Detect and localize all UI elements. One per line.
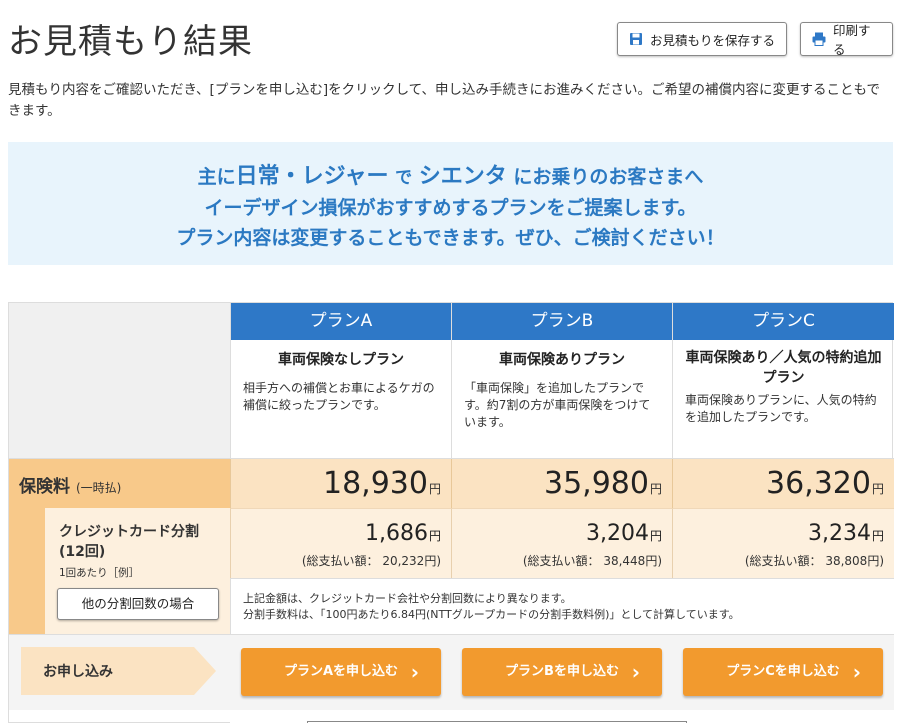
apply-plan-b-button[interactable]: プランBを申し込む › [462, 648, 662, 696]
intro-text: 見積もり内容をご確認いただき、[プランを申し込む]をクリックして、申し込み手続き… [8, 82, 880, 119]
plan-a-name: 車両保険なしプラン [278, 352, 404, 368]
save-estimate-button[interactable]: お見積もりを保存する [617, 22, 787, 56]
apply-plan-c-button[interactable]: プランCを申し込む › [683, 648, 883, 696]
note-line-1: 上記金額は、クレジットカード会社や分割回数により異なります。 [243, 592, 572, 605]
apply-row: お申し込み プランAを申し込む › プランBを申し込む › プランCを申し込む … [9, 634, 894, 710]
other-installments-button[interactable]: 他の分割回数の場合 [57, 588, 219, 620]
premium-row: 保険料 (一時払) 18,930円 35,980円 36,320円 [9, 458, 894, 509]
plan-a-column: プランA 車両保険なしプラン 相手方への補償とお車によるケガの補償に絞ったプラン… [230, 303, 451, 458]
plan-comparison-table: プランA 車両保険なしプラン 相手方への補償とお車によるケガの補償に絞ったプラン… [8, 302, 894, 723]
installment-notes: 上記金額は、クレジットカード会社や分割回数により異なります。 分割手数料は、「1… [230, 578, 894, 634]
premium-label: 保険料 (一時払) [19, 477, 122, 497]
plan-c-header: プランC [673, 303, 894, 340]
plan-a-installment: 1,686円 (総支払い額： 20,232円) [230, 508, 451, 578]
banner-line-1: 主に日常・レジャー で シエンタ にお乗りのお客さまへ [197, 164, 704, 189]
banner-usage: 日常・レジャー [235, 164, 389, 189]
plan-c-installment-total: (総支払い額： 38,808円) [744, 554, 884, 568]
plan-c-description: 車両保険ありプランに、人気の特約を追加したプランです。 [685, 393, 877, 424]
plan-b-description: 「車両保険」を追加したプランです。約7割の方が車両保険をつけています。 [464, 381, 651, 429]
plan-c-column: プランC 車両保険あり／人気の特約追加プラン 車両保険ありプランに、人気の特約を… [672, 303, 894, 458]
table-corner [9, 303, 230, 458]
plan-a-header: プランA [231, 303, 451, 340]
card-row-accent [9, 508, 45, 634]
plan-a-premium: 18,930円 [230, 459, 451, 509]
plan-b-name: 車両保険ありプラン [499, 352, 625, 368]
chevron-right-icon: › [410, 660, 419, 684]
plan-c-premium: 36,320円 [672, 459, 894, 509]
card-installment-label-area: クレジットカード分割(12回) 1回あたり［例］ 他の分割回数の場合 [45, 508, 230, 634]
plan-b-installment: 3,204円 (総支払い額： 38,448円) [451, 508, 672, 578]
premium-sub-label: (一時払) [76, 481, 122, 495]
printer-icon [811, 31, 827, 47]
apply-row-tag: お申し込み [21, 647, 216, 695]
plan-c-installment: 3,234円 (総支払い額： 38,808円) [672, 508, 894, 578]
apply-row-label: お申し込み [43, 664, 113, 680]
floppy-disk-icon [628, 31, 644, 47]
plan-b-column: プランB 車両保険ありプラン 「車両保険」を追加したプランです。約7割の方が車両… [451, 303, 672, 458]
chevron-right-icon: › [852, 660, 861, 684]
plan-b-installment-total: (総支払い額： 38,448円) [522, 554, 662, 568]
plan-b-premium: 35,980円 [451, 459, 672, 509]
banner-line-2: イーデザイン損保がおすすめするプランをご提案します。 [204, 197, 697, 219]
note-line-2: 分割手数料は、「100円あたり6.84円(NTTグループカードの分割手数料例)」… [243, 608, 740, 621]
bottom-strip [230, 710, 894, 723]
plan-a-installment-total: (総支払い額： 20,232円) [301, 554, 441, 568]
plan-b-header: プランB [452, 303, 672, 340]
card-installment-label: クレジットカード分割(12回) [59, 524, 199, 560]
apply-plan-a-button[interactable]: プランAを申し込む › [241, 648, 441, 696]
banner-car: シエンタ [418, 164, 507, 189]
card-installment-sub: 1回あたり［例］ [59, 567, 140, 579]
save-estimate-label: お見積もりを保存する [650, 32, 776, 48]
chevron-right-icon: › [631, 660, 640, 684]
plan-a-description: 相手方への補償とお車によるケガの補償に絞ったプランです。 [243, 381, 435, 412]
plan-c-name: 車両保険あり／人気の特約追加プラン [685, 350, 882, 386]
page-title: お見積もり結果 [8, 22, 253, 62]
print-label: 印刷する [833, 23, 871, 57]
recommendation-banner: 主に日常・レジャー で シエンタ にお乗りのお客さまへ イーデザイン損保がおすす… [8, 142, 893, 265]
print-button[interactable]: 印刷する [800, 22, 893, 57]
banner-line-3: プラン内容は変更することもできます。ぜひ、ご検討ください！ [176, 227, 725, 249]
